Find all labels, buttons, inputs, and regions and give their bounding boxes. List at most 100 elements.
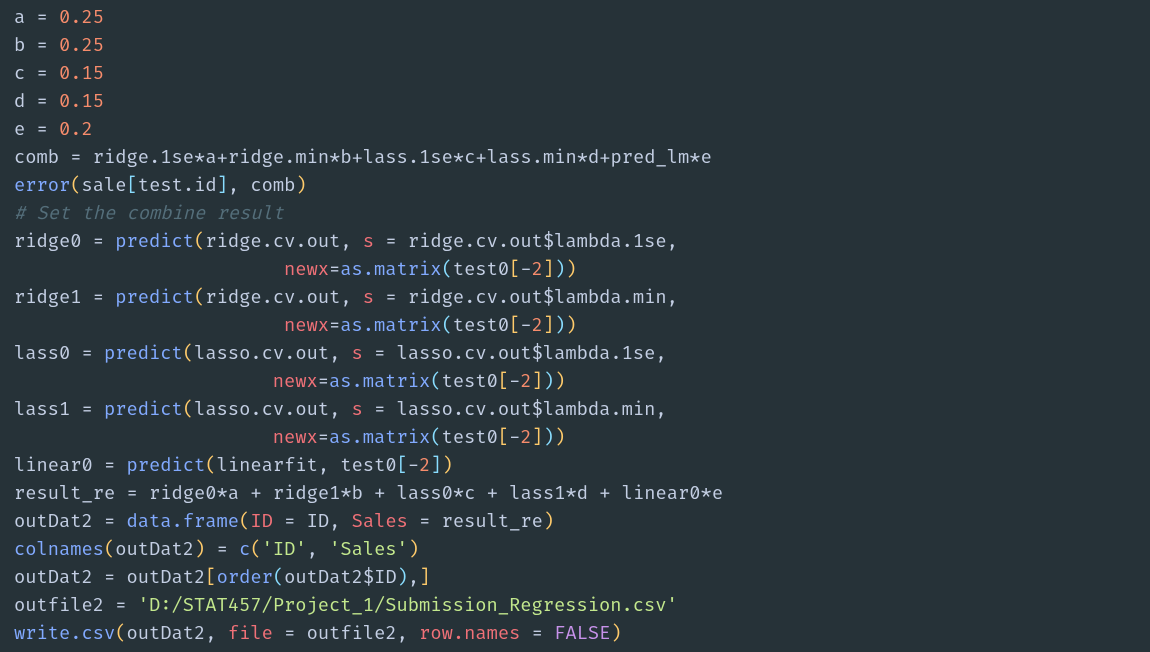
code-token: 0.15 [59, 62, 104, 85]
code-token: as.matrix [340, 258, 441, 281]
code-token: newx [273, 370, 318, 393]
code-token: = [374, 342, 397, 365]
code-line: a = 0.25 [14, 6, 104, 29]
code-token: ridge.cv.out [205, 286, 340, 309]
code-line: newx=as.matrix(test0[-2])) [14, 258, 577, 281]
code-token: ) [554, 426, 565, 449]
code-token: ) [543, 426, 554, 449]
code-token: ) [554, 370, 565, 393]
code-token: 0.2 [59, 118, 93, 141]
code-token: lass.1se [363, 146, 453, 169]
code-token: s [363, 286, 386, 309]
code-token: order [217, 566, 273, 589]
code-token: outfile2 [14, 594, 115, 617]
code-token: + [599, 146, 610, 169]
code-line: lass0 = predict(lasso.cv.out, s = lasso.… [14, 342, 667, 365]
code-token: $ [543, 230, 554, 253]
code-token: ridge0 [149, 482, 217, 505]
code-token: $ [532, 398, 543, 421]
code-line: ridge0 = predict(ridge.cv.out, s = ridge… [14, 230, 678, 253]
code-line: d = 0.15 [14, 90, 104, 113]
code-token: [ [397, 454, 408, 477]
code-token: 2 [520, 426, 531, 449]
code-token: c [464, 146, 475, 169]
code-token: test0 [442, 370, 498, 393]
code-token: lasso.cv.out [194, 398, 329, 421]
code-token [14, 426, 273, 449]
code-token: ridge1 [273, 482, 341, 505]
code-token: - [520, 314, 531, 337]
code-token: = [82, 342, 105, 365]
code-token: + [374, 482, 397, 505]
code-token: = [419, 510, 442, 533]
code-line: e = 0.2 [14, 118, 93, 141]
code-token: predict [104, 398, 183, 421]
code-token: s [363, 230, 386, 253]
code-token: [ [498, 370, 509, 393]
code-token: + [352, 146, 363, 169]
code-token: = [37, 34, 60, 57]
code-token: 0.25 [59, 6, 104, 29]
code-token: ) [565, 314, 576, 337]
code-token: 2 [532, 314, 543, 337]
code-token: linear0 [14, 454, 104, 477]
code-token: + [599, 482, 622, 505]
code-token: , [318, 454, 341, 477]
code-token: ( [239, 510, 250, 533]
code-token: b [352, 482, 375, 505]
code-token: ] [543, 314, 554, 337]
code-token: , [655, 342, 666, 365]
code-token: outDat2 [127, 566, 206, 589]
code-token: [ [498, 426, 509, 449]
code-token: = [318, 426, 329, 449]
code-token: [ [509, 314, 520, 337]
code-token: lass.min [487, 146, 577, 169]
code-token: - [509, 426, 520, 449]
code-token: b [14, 34, 37, 57]
code-token: = [127, 482, 150, 505]
code-token: - [520, 258, 531, 281]
code-token: pred_lm [611, 146, 690, 169]
code-token: ) [554, 314, 565, 337]
code-token: ( [430, 370, 441, 393]
code-token: , [408, 566, 419, 589]
code-line: lass1 = predict(lasso.cv.out, s = lasso.… [14, 398, 667, 421]
code-token: outDat2 [115, 538, 194, 561]
code-token: ) [194, 538, 205, 561]
code-line: comb = ridge.1se*a+ridge.min*b+lass.1se*… [14, 146, 712, 169]
code-token: ) [554, 258, 565, 281]
code-line: error(sale[test.id], comb) [14, 174, 307, 197]
code-token: 2 [532, 258, 543, 281]
code-token: result_re [442, 510, 543, 533]
code-token: , [329, 398, 352, 421]
code-token: ridge.cv.out [408, 230, 543, 253]
code-token: as.matrix [329, 426, 430, 449]
code-token: = [70, 146, 93, 169]
code-token: * [453, 146, 464, 169]
code-token: lambda.min [543, 398, 656, 421]
code-token: ] [217, 174, 228, 197]
code-token: $ [543, 286, 554, 309]
code-token: = [104, 454, 127, 477]
code-token: a [205, 146, 216, 169]
code-line: outfile2 = 'D:/STAT457/Project_1/Submiss… [14, 594, 678, 617]
code-token: 'D:/STAT457/Project_1/Submission_Regress… [138, 594, 678, 617]
code-token: = [93, 230, 116, 253]
code-token: # Set the combine result [14, 202, 284, 225]
code-token: data.frame [127, 510, 240, 533]
code-token: e [701, 146, 712, 169]
code-token: lasso.cv.out [194, 342, 329, 365]
code-token: colnames [14, 538, 104, 561]
code-token: lass1 [509, 482, 565, 505]
code-token: outDat2 [14, 566, 104, 589]
code-token: = [329, 314, 340, 337]
code-token: - [408, 454, 419, 477]
code-token: * [340, 482, 351, 505]
code-token: newx [284, 314, 329, 337]
code-editor[interactable]: a = 0.25 b = 0.25 c = 0.15 d = 0.15 e = … [0, 0, 1150, 648]
code-token: * [577, 146, 588, 169]
code-token: s [352, 342, 375, 365]
code-token: * [565, 482, 576, 505]
code-token: as.matrix [329, 370, 430, 393]
code-token: ) [408, 538, 419, 561]
